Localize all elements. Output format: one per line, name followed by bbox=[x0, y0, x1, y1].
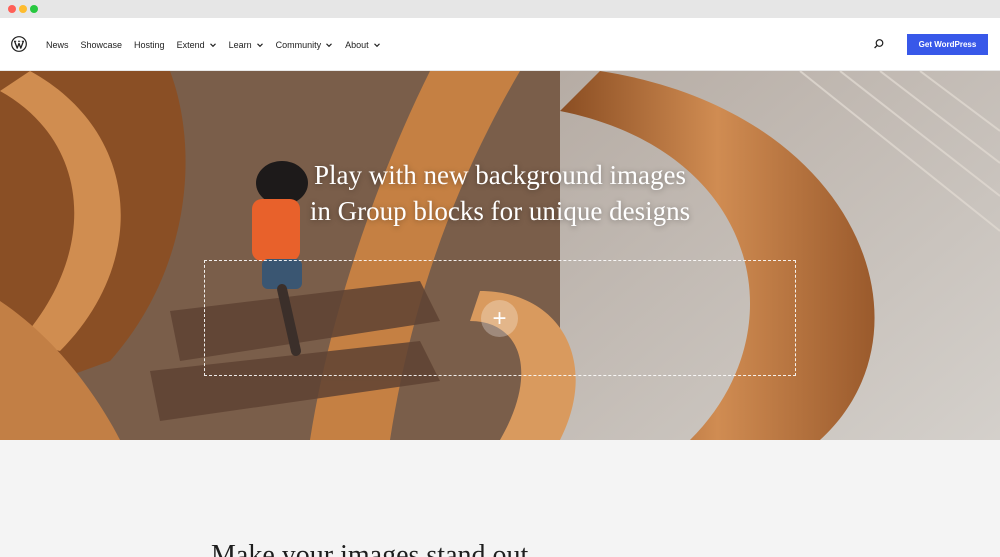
window-titlebar bbox=[0, 0, 1000, 18]
nav-item-hosting[interactable]: Hosting bbox=[134, 40, 165, 50]
nav-item-community[interactable]: Community bbox=[276, 40, 334, 50]
section-heading: Make your images stand out bbox=[211, 540, 529, 557]
window-minimize-button[interactable] bbox=[19, 5, 27, 13]
nav-item-label: News bbox=[46, 39, 69, 50]
nav-item-extend[interactable]: Extend bbox=[177, 40, 217, 50]
site-header: News Showcase Hosting Extend Learn Commu… bbox=[0, 18, 1000, 71]
nav-item-learn[interactable]: Learn bbox=[229, 40, 264, 50]
nav-item-label: Showcase bbox=[80, 39, 123, 50]
nav-item-showcase[interactable]: Showcase bbox=[81, 40, 123, 50]
nav-item-label: Extend bbox=[176, 39, 205, 50]
window-close-button[interactable] bbox=[8, 5, 16, 13]
nav-item-label: About bbox=[345, 39, 369, 50]
plus-icon: + bbox=[492, 304, 507, 332]
hero-title-line-1: Play with new background images bbox=[314, 160, 686, 190]
hero-title-line-2: in Group blocks for unique designs bbox=[309, 196, 691, 226]
main-nav: News Showcase Hosting Extend Learn Commu… bbox=[46, 18, 393, 71]
chevron-down-icon bbox=[256, 42, 263, 47]
chevron-down-icon bbox=[209, 42, 216, 47]
nav-item-label: Learn bbox=[228, 39, 252, 50]
hero-title: Play with new background images in Group… bbox=[200, 157, 800, 229]
nav-item-about[interactable]: About bbox=[345, 40, 381, 50]
hero-cover-block: Play with new background images in Group… bbox=[0, 71, 1000, 440]
search-icon[interactable] bbox=[873, 38, 885, 50]
add-block-button[interactable]: + bbox=[481, 300, 518, 337]
nav-item-news[interactable]: News bbox=[46, 40, 69, 50]
nav-item-label: Hosting bbox=[134, 39, 165, 50]
content-section: Make your images stand out bbox=[0, 440, 1000, 557]
wordpress-logo-icon[interactable] bbox=[11, 36, 27, 52]
get-wordpress-button[interactable]: Get WordPress bbox=[907, 34, 988, 55]
chevron-down-icon bbox=[326, 42, 333, 47]
chevron-down-icon bbox=[373, 42, 380, 47]
hero-background-image bbox=[0, 71, 1000, 440]
window-maximize-button[interactable] bbox=[30, 5, 38, 13]
nav-item-label: Community bbox=[275, 39, 322, 50]
